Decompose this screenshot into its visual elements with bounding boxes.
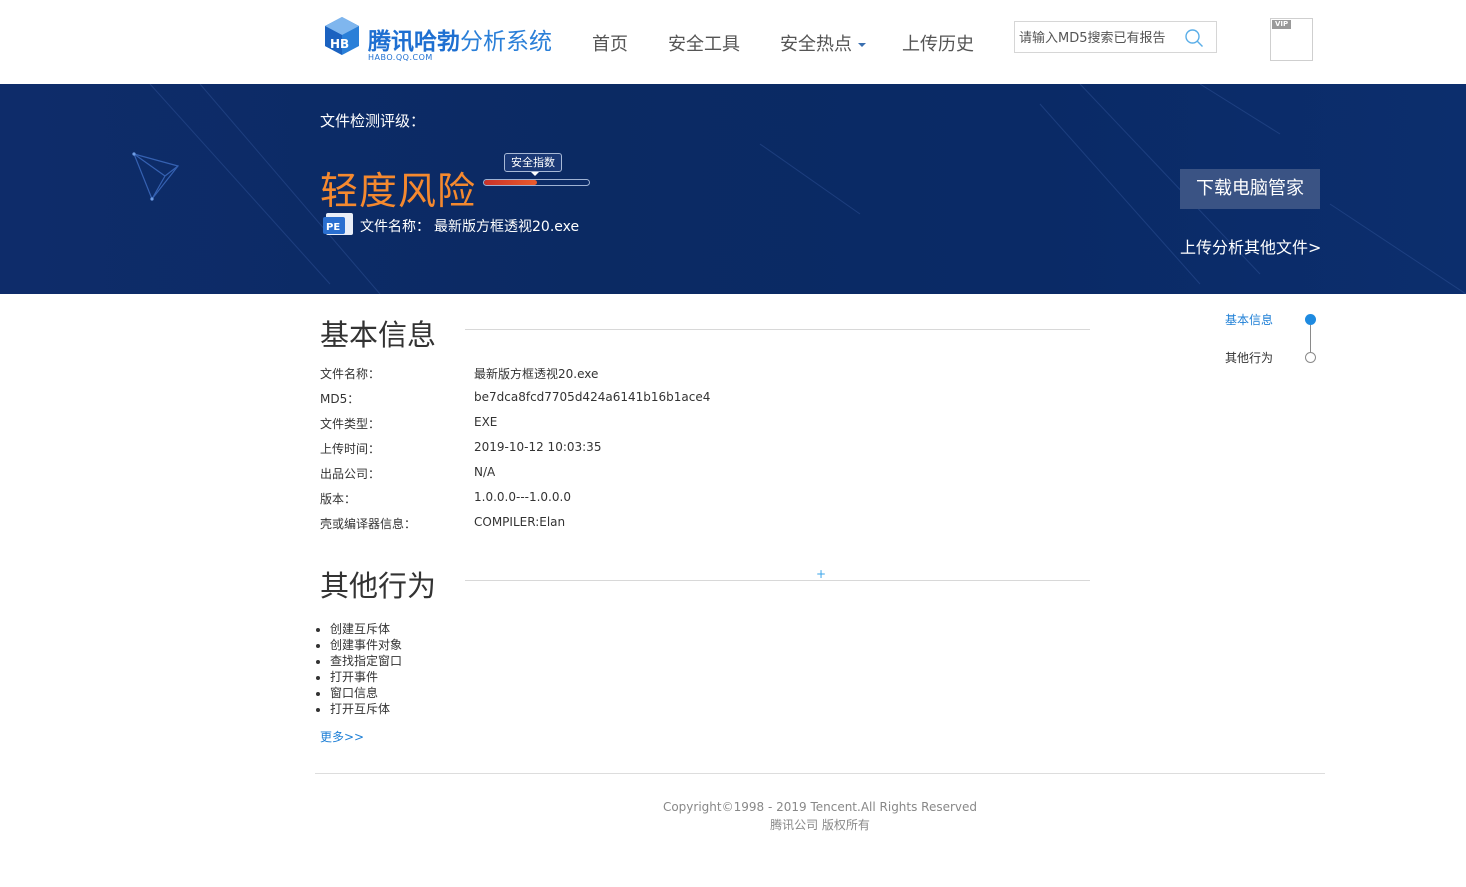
logo-title-bold: 腾讯哈勃 [368, 29, 460, 55]
list-item: 创建互斥体 [330, 621, 402, 637]
safety-index-fill [484, 180, 537, 185]
search-box [1014, 21, 1217, 53]
list-item: 创建事件对象 [330, 637, 402, 653]
info-value: 最新版方框透视20.exe [474, 367, 599, 381]
other-behavior-title: 其他行为 [320, 569, 437, 603]
info-row-md5: MD5： be7dca8fcd7705d424a6141b16b1ace4 [320, 390, 1020, 410]
logo-title-light: 分析系统 [460, 29, 552, 55]
nav-upload-history[interactable]: 上传历史 [902, 30, 974, 56]
section-divider [465, 580, 1090, 581]
info-row-compiler: 壳或编译器信息： COMPILER:Elan [320, 515, 1020, 535]
more-behaviors-link[interactable]: 更多>> [320, 728, 364, 745]
pe-file-icon-text: PE [326, 222, 340, 233]
upload-other-file-link[interactable]: 上传分析其他文件> [1180, 234, 1321, 258]
nav-security-tools[interactable]: 安全工具 [668, 30, 740, 56]
info-key: 文件类型： [320, 417, 381, 431]
nav-home[interactable]: 首页 [592, 30, 628, 56]
info-row-upload-time: 上传时间： 2019-10-12 10:03:35 [320, 440, 1020, 460]
pe-file-icon: PE [323, 213, 353, 235]
habo-logo[interactable]: HB 腾讯哈勃分析系统 HABO.QQ.COM [322, 14, 562, 66]
file-name-value: 最新版方框透视20.exe [434, 219, 580, 235]
info-row-file-name: 文件名称： 最新版方框透视20.exe [320, 365, 1020, 385]
search-icon[interactable] [1184, 28, 1204, 48]
habo-cube-icon: HB [325, 17, 359, 55]
logo-subtitle: HABO.QQ.COM [368, 53, 433, 62]
safety-index-bar [483, 179, 590, 186]
svg-text:HB: HB [330, 37, 349, 51]
info-value: be7dca8fcd7705d424a6141b16b1ace4 [474, 390, 711, 404]
side-nav-other-behavior[interactable]: 其他行为 [1225, 349, 1273, 366]
section-divider [465, 329, 1090, 330]
info-row-file-type: 文件类型： EXE [320, 415, 1020, 435]
file-name-label: 文件名称： [360, 219, 430, 235]
info-key: 文件名称： [320, 367, 381, 381]
download-pc-manager-button[interactable]: 下载电脑管家 [1180, 169, 1320, 209]
side-nav-connector [1310, 325, 1311, 353]
info-key: 壳或编译器信息： [320, 517, 417, 531]
info-key: 版本： [320, 492, 357, 506]
info-value: 1.0.0.0---1.0.0.0 [474, 490, 571, 504]
info-row-company: 出品公司： N/A [320, 465, 1020, 485]
info-value: COMPILER:Elan [474, 515, 566, 529]
md5-search-input[interactable] [1019, 28, 1179, 48]
behavior-list: 创建互斥体 创建事件对象 查找指定窗口 打开事件 窗口信息 打开互斥体 [330, 621, 402, 717]
nav-security-hotspots[interactable]: 安全热点 [780, 30, 866, 56]
logo-title: 腾讯哈勃分析系统 [368, 22, 552, 56]
list-item: 打开事件 [330, 669, 402, 685]
info-value: EXE [474, 415, 498, 429]
side-nav-basic-info[interactable]: 基本信息 [1225, 311, 1273, 328]
info-key: MD5： [320, 392, 360, 406]
info-value: 2019-10-12 10:03:35 [474, 440, 602, 454]
side-nav-active-dot[interactable] [1305, 314, 1316, 325]
info-value: N/A [474, 465, 496, 479]
footer-copyright: Copyright©1998 - 2019 Tencent.All Rights… [662, 800, 978, 814]
rating-label: 文件检测评级： [320, 112, 426, 130]
list-item: 查找指定窗口 [330, 653, 402, 669]
risk-level: 轻度风险 [320, 169, 477, 213]
safety-index-tooltip: 安全指数 [504, 153, 562, 176]
nav-security-hotspots-label: 安全热点 [780, 34, 852, 55]
top-header: HB 腾讯哈勃分析系统 HABO.QQ.COM 首页 安全工具 安全热点 上传历… [0, 0, 1466, 84]
info-row-version: 版本： 1.0.0.0---1.0.0.0 [320, 490, 1020, 510]
info-key: 上传时间： [320, 442, 381, 456]
side-nav-inactive-dot[interactable] [1305, 352, 1316, 363]
list-item: 窗口信息 [330, 685, 402, 701]
chevron-down-icon [858, 43, 866, 47]
vip-user-avatar[interactable]: VIP [1270, 18, 1313, 61]
result-banner: 文件检测评级： 轻度风险 安全指数 PE 文件名称： 最新版方框透视20.exe… [0, 84, 1466, 294]
info-key: 出品公司： [320, 467, 381, 481]
vip-badge: VIP [1272, 20, 1292, 29]
list-item: 打开互斥体 [330, 701, 402, 717]
plus-icon: + [816, 567, 827, 581]
footer-rights: 腾讯公司 版权所有 [770, 818, 870, 832]
footer-divider [315, 773, 1325, 774]
basic-info-title: 基本信息 [320, 318, 437, 352]
